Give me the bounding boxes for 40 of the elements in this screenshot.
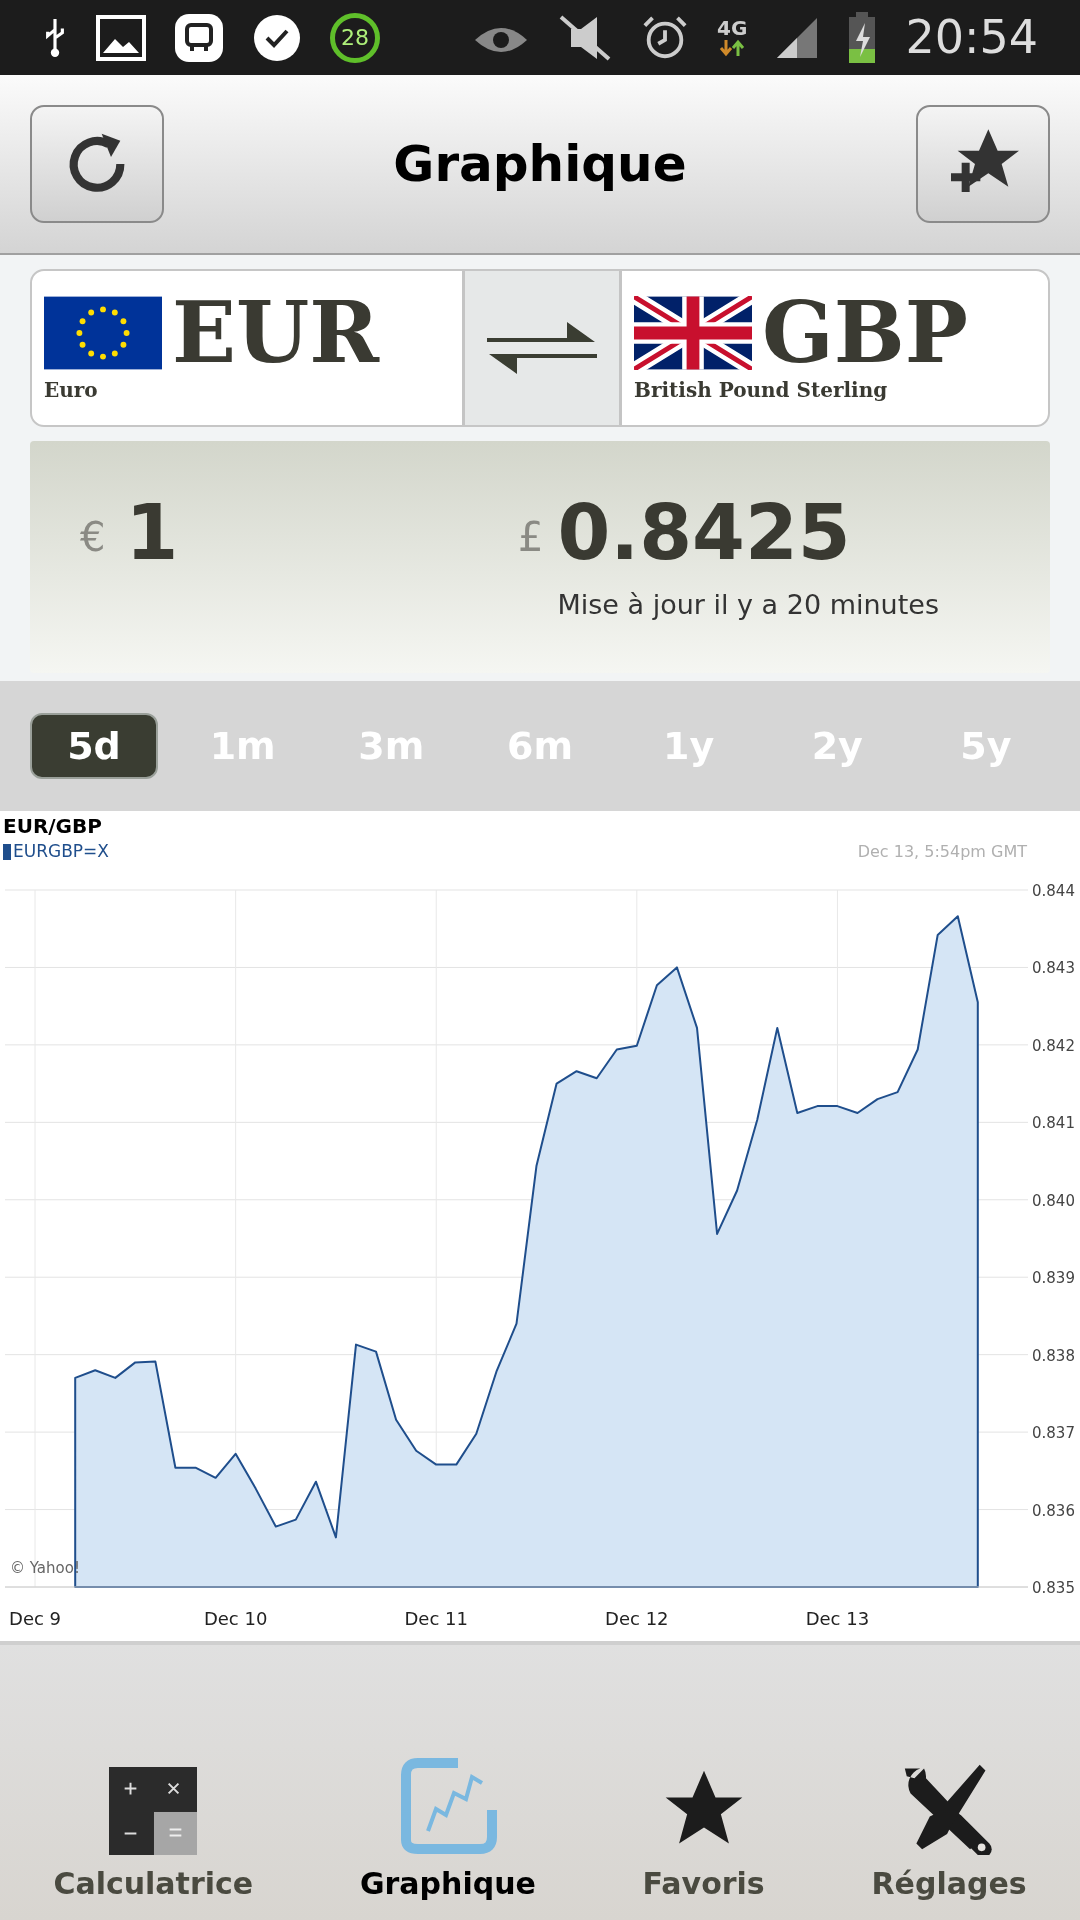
legend-swatch xyxy=(3,843,11,860)
x-tick-label: Dec 11 xyxy=(404,1608,468,1629)
y-tick-label: 0.839 xyxy=(1032,1269,1075,1288)
y-tick-label: 0.838 xyxy=(1032,1346,1075,1365)
nav-tab[interactable]: Graphique xyxy=(359,1755,536,1906)
chart-timestamp: Dec 13, 5:54pm GMT xyxy=(857,840,1027,863)
network-type: 4G xyxy=(717,17,748,38)
chart-title: EUR/GBP xyxy=(3,813,103,839)
image-icon xyxy=(96,14,146,61)
nav-tab[interactable]: Réglages xyxy=(871,1759,1027,1906)
x-tick-label: Dec 12 xyxy=(605,1608,669,1629)
y-tick-label: 0.844 xyxy=(1032,882,1075,900)
y-tick-label: 0.843 xyxy=(1032,959,1075,978)
refresh-button[interactable] xyxy=(30,105,164,223)
y-tick-label: 0.835 xyxy=(1032,1579,1075,1597)
slideshow-app-icon xyxy=(174,12,224,63)
period-tab[interactable]: 5d xyxy=(30,713,158,779)
y-tick-label: 0.840 xyxy=(1032,1191,1075,1210)
x-tick-label: Dec 13 xyxy=(805,1608,870,1629)
y-tick-label: 0.841 xyxy=(1032,1114,1075,1133)
converted-value: 0.8425 xyxy=(557,495,852,571)
currency-symbol: £ xyxy=(518,513,544,562)
battery-charging-icon xyxy=(847,10,878,65)
nav-tab[interactable]: Calculatrice xyxy=(53,1767,254,1906)
currency-symbol: € xyxy=(80,513,106,562)
check-chat-icon xyxy=(252,12,302,63)
legend-label: EURGBP=X xyxy=(13,840,109,863)
x-tick-label: Dec 9 xyxy=(9,1608,62,1629)
screen-title: Graphique xyxy=(393,133,687,195)
y-tick-label: 0.836 xyxy=(1032,1501,1075,1520)
notification-badge: 28 xyxy=(330,12,380,63)
x-tick-label: Dec 10 xyxy=(203,1608,268,1629)
amount-value: 1 xyxy=(125,495,179,571)
update-note: Mise à jour il y a 20 minutes xyxy=(557,588,939,622)
calculator-icon xyxy=(109,1767,198,1855)
add-favorite-button[interactable] xyxy=(916,105,1050,223)
y-tick-label: 0.837 xyxy=(1032,1424,1075,1443)
nav-tab[interactable]: Favoris xyxy=(642,1763,765,1906)
clock-time: 20:54 xyxy=(905,9,1038,66)
y-tick-label: 0.842 xyxy=(1032,1036,1075,1055)
